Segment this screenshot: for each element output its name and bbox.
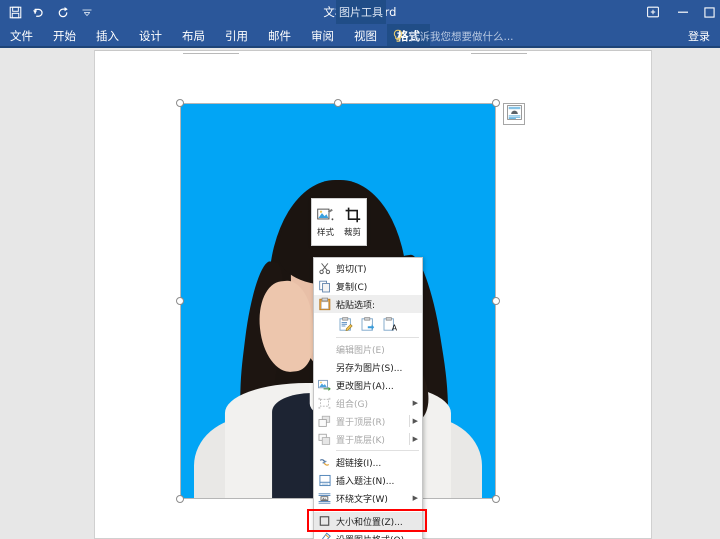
mini-toolbar-crop-label: 裁剪 [343,228,361,238]
tab-layout[interactable]: 布局 [172,24,215,48]
send-back-icon [317,432,332,447]
paste-keep-source-icon[interactable] [338,316,353,332]
minimize-icon[interactable] [668,0,698,24]
menu-item-paste-options-header: 粘贴选项: [314,295,422,313]
menu-item-insert-caption-label: 插入题注(N)... [336,476,395,487]
mini-toolbar-crop-button[interactable]: 裁剪 [339,199,366,245]
menu-item-size-and-position[interactable]: 大小和位置(Z)... [307,509,427,532]
paste-picture-icon[interactable] [360,316,375,332]
resize-handle-top-right[interactable] [492,99,500,107]
resize-handle-top-center[interactable] [334,99,342,107]
tab-insert[interactable]: 插入 [86,24,129,48]
menu-item-bring-to-front-label: 置于顶层(R) [336,417,386,428]
submenu-arrow-icon: ▶ [412,494,418,502]
menu-item-copy[interactable]: 复制(C) [314,277,422,295]
tab-references[interactable]: 引用 [215,24,258,48]
layout-options-icon [506,104,522,124]
crop-icon [345,206,361,224]
lightbulb-icon [392,29,404,43]
menu-item-bring-to-front: 置于顶层(R) ▶ [314,412,422,430]
picture-styles-icon [317,206,334,224]
menu-item-paste-options-label: 粘贴选项: [336,300,376,311]
tab-design[interactable]: 设计 [129,24,172,48]
menu-item-send-to-back: 置于底层(K) ▶ [314,430,422,448]
size-position-icon [317,514,332,529]
scissors-icon [317,261,332,276]
change-picture-icon [317,378,332,393]
menu-item-group: 组合(G) ▶ [314,394,422,412]
menu-item-cut[interactable]: 剪切(T) [314,259,422,277]
menu-item-group-label: 组合(G) [336,399,368,410]
window-controls [638,0,720,24]
mini-toolbar-styles-label: 样式 [316,228,334,238]
hyperlink-icon [317,455,332,470]
submenu-arrow-icon: ▶ [412,435,418,443]
wrap-text-icon [317,491,332,506]
copy-icon [317,279,332,294]
menu-item-change-picture[interactable]: 更改图片(A)... [314,376,422,394]
menu-separator-1 [336,337,419,338]
layout-options-button[interactable] [503,103,525,125]
menu-separator-2 [336,450,419,451]
picture-tools-label: 图片工具 [339,6,383,19]
right-margin-marker [471,53,527,54]
menu-item-wrap-text-label: 环绕文字(W) [336,494,388,505]
menu-item-change-picture-label: 更改图片(A)... [336,381,394,392]
ribbon-tab-strip: 文件 开始 插入 设计 布局 引用 邮件 审阅 视图 格式 告诉我您想要做什么.… [0,24,720,48]
resize-handle-top-left[interactable] [176,99,184,107]
bring-front-icon [317,414,332,429]
menu-item-size-and-position-label: 大小和位置(Z)... [336,517,403,528]
resize-handle-middle-right[interactable] [492,297,500,305]
menu-item-format-picture-label: 设置图片格式(O)... [336,533,413,539]
ribbon-tabs: 文件 开始 插入 设计 布局 引用 邮件 审阅 视图 格式 [0,24,430,48]
submenu-divider [409,433,410,445]
word-window: 文档1 - Word 图片工具 文件 开始 插入 [0,0,720,539]
ribbon-display-options-icon[interactable] [638,0,668,24]
tell-me-box[interactable]: 告诉我您想要做什么... [392,24,514,48]
context-menu: 剪切(T) 复制(C) 粘贴选项: A 编辑图片(E) 另存为图片(S)... … [307,257,427,539]
tab-file[interactable]: 文件 [0,24,43,48]
resize-handle-bottom-left[interactable] [176,495,184,503]
menu-item-save-as-picture-label: 另存为图片(S)... [336,363,403,374]
menu-item-send-to-back-label: 置于底层(K) [336,435,385,446]
paste-icon [317,297,332,312]
title-bar: 文档1 - Word 图片工具 [0,0,720,48]
mini-toolbar-styles-button[interactable]: 样式 [312,199,339,245]
sign-in-button[interactable]: 登录 [688,24,710,48]
tab-view[interactable]: 视图 [344,24,387,48]
save-as-picture-icon [317,360,332,375]
menu-item-hyperlink[interactable]: 超链接(I)... [314,453,422,471]
mini-toolbar[interactable]: 样式 裁剪 [311,198,367,246]
tab-mailings[interactable]: 邮件 [258,24,301,48]
menu-separator-3 [336,509,419,510]
paste-text-only-icon[interactable]: A [382,316,397,332]
svg-text:A: A [391,323,396,332]
menu-item-copy-label: 复制(C) [336,282,368,293]
menu-item-wrap-text[interactable]: 环绕文字(W) ▶ [314,489,422,507]
submenu-arrow-icon: ▶ [412,417,418,425]
tab-home[interactable]: 开始 [43,24,86,48]
tell-me-placeholder: 告诉我您想要做什么... [409,30,514,43]
left-margin-marker [183,53,239,54]
paste-options-row: A [314,313,422,335]
group-icon [317,396,332,411]
maximize-icon[interactable] [698,0,720,24]
menu-item-format-picture[interactable]: 设置图片格式(O)... [314,530,422,539]
format-picture-icon [317,532,332,539]
submenu-arrow-icon: ▶ [412,399,418,407]
menu-item-edit-picture-label: 编辑图片(E) [336,345,385,356]
tab-review[interactable]: 审阅 [301,24,344,48]
edit-picture-icon [317,342,332,357]
menu-item-edit-picture: 编辑图片(E) [314,340,422,358]
resize-handle-middle-left[interactable] [176,297,184,305]
menu-item-insert-caption[interactable]: 插入题注(N)... [314,471,422,489]
submenu-divider [409,415,410,427]
document-canvas: 样式 裁剪 剪切(T) 复制(C) 粘贴选项: A 编辑图片(E) 另存为图片(… [0,48,720,539]
menu-item-save-as-picture[interactable]: 另存为图片(S)... [314,358,422,376]
menu-item-cut-label: 剪切(T) [336,264,367,275]
menu-item-hyperlink-label: 超链接(I)... [336,458,382,469]
resize-handle-bottom-right[interactable] [492,495,500,503]
caption-icon [317,473,332,488]
